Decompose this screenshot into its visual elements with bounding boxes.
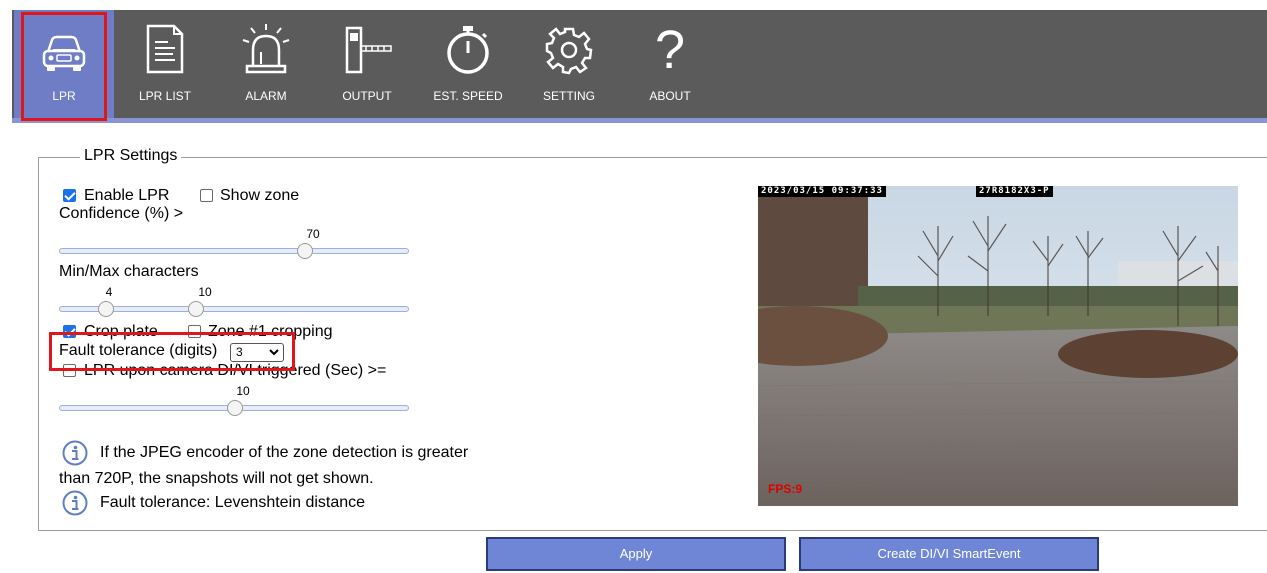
nav-label-lpr-list: LPR LIST [138,89,192,103]
camera-snapshot: 2023/03/15 09:37:33 27R8182X3-P FPS:9 [758,186,1238,506]
nav-label-output: OUTPUT [342,89,392,103]
camera-fps: FPS:9 [768,482,803,496]
info-zone-detection-line2: than 720P, the snapshots will not get sh… [59,470,374,487]
gear-icon [545,27,593,75]
info-icon [62,440,88,466]
nav-item-about[interactable]: ? ABOUT [620,10,720,118]
confidence-slider-thumb[interactable] [297,243,313,259]
nav-item-output[interactable]: OUTPUT [317,10,417,118]
enable-lpr-checkbox[interactable] [63,189,76,202]
info-zone-detection-line1: If the JPEG encoder of the zone detectio… [100,444,469,461]
nav-label-alarm: ALARM [245,89,287,103]
document-list-icon [146,24,184,74]
max-characters-value: 10 [198,285,212,299]
question-mark-icon: ? [655,22,685,76]
camera-device-id: 27R8182X3-P [976,186,1053,197]
enable-lpr-label: Enable LPR [84,187,170,204]
nav-label-about: ABOUT [649,89,691,103]
apply-button[interactable]: Apply [486,537,786,571]
info-fault-tolerance: Fault tolerance: Levenshtein distance [100,494,366,511]
nav-label-est-speed: EST. SPEED [433,89,503,103]
confidence-slider-track[interactable] [59,248,409,254]
nav-item-setting[interactable]: SETTING [519,10,619,118]
nav-item-est-speed[interactable]: EST. SPEED [418,10,518,118]
create-smartevent-button[interactable]: Create DI/VI SmartEvent [799,537,1099,571]
fault-tolerance-highlight-box [49,332,295,371]
nav-label-setting: SETTING [542,89,595,103]
lpr-highlight-box [21,12,107,121]
lpr-trigger-slider-thumb[interactable] [227,400,243,416]
confidence-value: 70 [306,227,320,241]
barrier-gate-icon [345,26,392,74]
nav-item-lpr-list[interactable]: LPR LIST [115,10,215,118]
min-characters-thumb[interactable] [98,301,114,317]
show-zone-label: Show zone [220,187,300,204]
confidence-label: Confidence (%) > [59,205,184,222]
info-icon [62,490,88,516]
alarm-siren-icon [242,24,290,74]
min-characters-value: 4 [105,285,113,299]
nav-item-alarm[interactable]: ALARM [216,10,316,118]
minmax-label: Min/Max characters [59,263,199,280]
show-zone-checkbox[interactable] [200,189,213,202]
camera-timestamp: 2023/03/15 09:37:33 [758,186,886,197]
lpr-trigger-value: 10 [236,384,250,398]
svg-text:?: ? [655,22,685,76]
panel-legend: LPR Settings [80,147,182,165]
top-nav-underline [12,118,1267,123]
stopwatch-icon [447,26,489,74]
camera-scene-image [758,186,1238,506]
max-characters-thumb[interactable] [188,301,204,317]
